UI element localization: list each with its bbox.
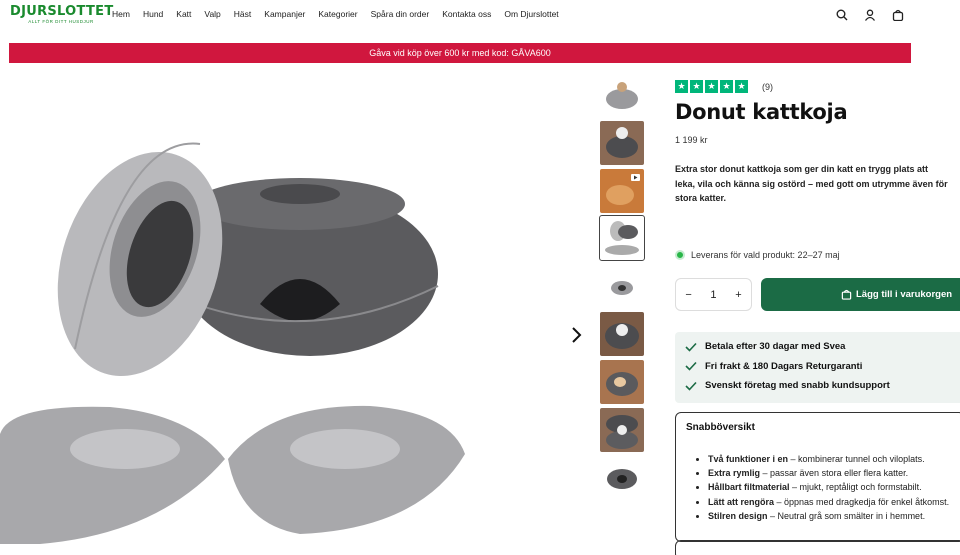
thumbnail[interactable] xyxy=(600,120,644,165)
cart-icon xyxy=(841,289,852,300)
nav-item-kampanjer[interactable]: Kampanjer xyxy=(264,9,305,19)
usp-text: Betala efter 30 dagar med Svea xyxy=(705,341,846,352)
nav-item-hund[interactable]: Hund xyxy=(143,9,163,19)
quick-overview-title: Snabböversikt xyxy=(686,422,755,433)
check-icon xyxy=(685,381,697,391)
product-main-image[interactable] xyxy=(0,74,495,555)
feature-name: Lätt att rengöra xyxy=(708,496,775,507)
quantity-stepper: − 1 + xyxy=(675,278,752,311)
nav-item-spara-order[interactable]: Spåra din order xyxy=(371,9,430,19)
feature-text: – öppnas med dragkedja för enkel åtkomst… xyxy=(774,496,950,507)
trustpilot-rating[interactable]: ★ ★ ★ ★ ★ (9) xyxy=(675,80,960,93)
star-icon: ★ xyxy=(690,80,703,93)
feature-text: – mjukt, reptåligt och formstabilt. xyxy=(789,482,922,493)
logo-text: DJURSLOTTET xyxy=(10,4,114,19)
check-icon xyxy=(685,361,697,371)
star-icon: ★ xyxy=(720,80,733,93)
thumbnail-active[interactable] xyxy=(599,215,645,262)
quick-overview: Snabböversikt Två funktioner i en – komb… xyxy=(675,412,960,542)
usp-item: Betala efter 30 dagar med Svea xyxy=(685,341,960,352)
plus-icon[interactable]: + xyxy=(735,289,741,301)
feature-text: – Neutral grå som smälter in i hemmet. xyxy=(767,510,926,521)
in-stock-dot-icon xyxy=(675,250,685,260)
search-icon[interactable] xyxy=(836,8,848,21)
thumbnail-strip xyxy=(599,73,645,503)
review-count[interactable]: (9) xyxy=(762,82,773,92)
star-icon: ★ xyxy=(705,80,718,93)
usp-box: Betala efter 30 dagar med Svea Fri frakt… xyxy=(675,332,960,403)
delivery-text: Leverans för vald produkt: 22–27 maj xyxy=(691,250,840,260)
product-price: 1 199 kr xyxy=(675,135,708,145)
product-description: Extra stor donut kattkoja som ger din ka… xyxy=(675,164,948,203)
nav-item-kontakta[interactable]: Kontakta oss xyxy=(442,9,491,19)
nav-item-hast[interactable]: Häst xyxy=(234,9,251,19)
thumbnail[interactable] xyxy=(600,455,644,500)
usp-text: Svenskt företag med snabb kundsupport xyxy=(705,380,890,391)
quantity-value[interactable]: 1 xyxy=(710,289,716,301)
feature-name: Hållbart filtmaterial xyxy=(708,482,790,493)
next-image-arrow[interactable] xyxy=(568,326,584,344)
usp-item: Svenskt företag med snabb kundsupport xyxy=(685,380,960,391)
star-icon: ★ xyxy=(675,80,688,93)
feature-text: – kombinerar tunnel och viloplats. xyxy=(788,454,925,464)
product-info: ★ ★ ★ ★ ★ (9) Donut kattkoja 1 199 kr Ex… xyxy=(675,80,960,542)
list-item: Hållbart filtmaterial – mjukt, reptåligt… xyxy=(708,480,954,494)
main-nav: Hem Hund Katt Valp Häst Kampanjer Katego… xyxy=(112,9,572,19)
thumbnail[interactable] xyxy=(600,407,644,452)
logo[interactable]: DJURSLOTTET ALLT FÖR DITT HUSDJUR xyxy=(10,4,114,25)
add-to-cart-label: Lägg till i varukorgen xyxy=(856,289,953,300)
minus-icon[interactable]: − xyxy=(685,289,691,301)
nav-item-katt[interactable]: Katt xyxy=(176,9,191,19)
list-item: Två funktioner i en – kombinerar tunnel … xyxy=(708,452,954,466)
list-item: Lätt att rengöra – öppnas med dragkedja … xyxy=(708,495,954,509)
thumbnail[interactable] xyxy=(600,359,644,404)
feature-text: – passar även stora eller flera katter. xyxy=(760,468,909,479)
nav-item-hem[interactable]: Hem xyxy=(112,9,130,19)
user-icon[interactable] xyxy=(864,8,876,21)
quick-overview-list: Två funktioner i en – kombinerar tunnel … xyxy=(708,452,954,523)
badges-box xyxy=(675,540,960,555)
feature-name: Stilren design xyxy=(708,510,768,521)
list-item: Stilren design – Neutral grå som smälter… xyxy=(708,509,954,523)
thumbnail[interactable] xyxy=(600,73,644,117)
logo-tagline: ALLT FÖR DITT HUSDJUR xyxy=(28,19,94,24)
product-title: Donut kattkoja xyxy=(675,100,848,124)
bag-icon[interactable] xyxy=(892,8,904,22)
nav-item-kategorier[interactable]: Kategorier xyxy=(318,9,357,19)
usp-text: Fri frakt & 180 Dagars Returgaranti xyxy=(705,360,863,372)
promo-banner: Gåva vid köp över 600 kr med kod: GÅVA60… xyxy=(9,43,911,63)
delivery-info: Leverans för vald produkt: 22–27 maj xyxy=(675,250,840,260)
list-item: Extra rymlig – passar även stora eller f… xyxy=(708,466,954,480)
thumbnail-video[interactable] xyxy=(600,168,644,213)
site-header: DJURSLOTTET ALLT FÖR DITT HUSDJUR Hem Hu… xyxy=(0,0,960,30)
nav-item-valp[interactable]: Valp xyxy=(204,9,220,19)
check-icon xyxy=(685,342,697,352)
feature-name: Två funktioner i en xyxy=(708,454,789,464)
add-to-cart-button[interactable]: Lägg till i varukorgen xyxy=(761,278,960,311)
nav-item-om[interactable]: Om Djurslottet xyxy=(504,9,558,19)
thumbnail[interactable] xyxy=(600,311,644,356)
thumbnail[interactable] xyxy=(600,264,644,309)
star-icon: ★ xyxy=(735,80,748,93)
feature-name: Extra rymlig xyxy=(708,468,761,479)
usp-item: Fri frakt & 180 Dagars Returgaranti xyxy=(685,361,960,372)
